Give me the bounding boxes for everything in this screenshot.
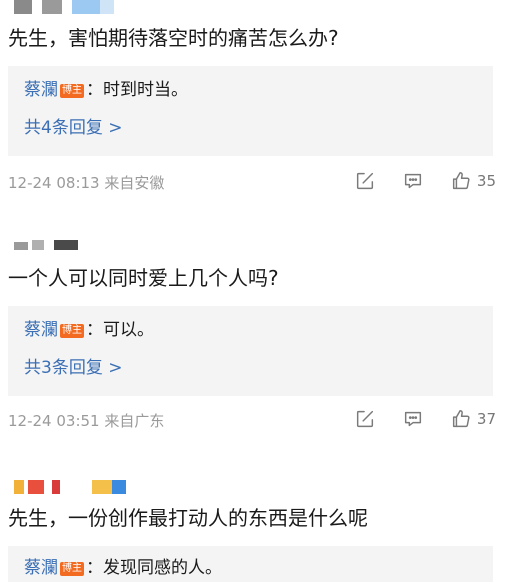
comment-actions: 37 bbox=[328, 408, 496, 430]
reply-box[interactable]: 蔡瀾 博主 ：时到时当。 共4条回复 > bbox=[8, 66, 493, 156]
like-count: 35 bbox=[476, 172, 496, 190]
reply-line: 蔡瀾 博主 ：时到时当。 bbox=[24, 78, 188, 102]
thumbs-up-icon bbox=[452, 172, 470, 190]
comment-button[interactable] bbox=[402, 408, 424, 430]
comment-icon bbox=[404, 173, 421, 189]
blogger-badge: 博主 bbox=[60, 84, 84, 98]
reply-line: 蔡瀾 博主 ：可以。 bbox=[24, 318, 154, 342]
comment-item: 先生，一份创作最打动人的东西是什么呢 蔡瀾 博主 ：发现同感的人。 bbox=[0, 476, 512, 582]
more-replies-link[interactable]: 共4条回复 > bbox=[24, 116, 122, 140]
like-button[interactable]: 37 bbox=[450, 408, 496, 430]
comment-text: 先生，一份创作最打动人的东西是什么呢 bbox=[8, 506, 368, 530]
more-replies-link[interactable]: 共3条回复 > bbox=[24, 356, 122, 380]
thumbs-up-icon bbox=[452, 410, 470, 428]
reply-text: ：发现同感的人。 bbox=[86, 558, 222, 578]
comment-button[interactable] bbox=[402, 170, 424, 192]
reply-text: ：可以。 bbox=[86, 320, 154, 340]
reply-line: 蔡瀾 博主 ：发现同感的人。 bbox=[24, 556, 222, 580]
share-icon bbox=[356, 410, 373, 428]
share-button[interactable] bbox=[354, 170, 376, 192]
blogger-badge: 博主 bbox=[60, 324, 84, 338]
reply-author[interactable]: 蔡瀾 bbox=[24, 80, 58, 100]
reply-text: ：时到时当。 bbox=[86, 80, 188, 100]
like-button[interactable]: 35 bbox=[450, 170, 496, 192]
blogger-badge: 博主 bbox=[60, 562, 84, 576]
like-count: 37 bbox=[476, 410, 496, 428]
comment-meta: 12-24 03:51 来自广东 bbox=[8, 412, 165, 430]
share-icon bbox=[356, 172, 373, 190]
comment-item: 一个人可以同时爱上几个人吗? 蔡瀾 博主 ：可以。 共3条回复 > 12-24 03… bbox=[0, 236, 512, 441]
reply-author[interactable]: 蔡瀾 bbox=[24, 320, 58, 340]
comment-icon bbox=[404, 411, 421, 427]
comment-meta: 12-24 08:13 来自安徽 bbox=[8, 174, 165, 192]
comment-text: 先生，害怕期待落空时的痛苦怎么办? bbox=[8, 26, 339, 50]
comment-item: 先生，害怕期待落空时的痛苦怎么办? 蔡瀾 博主 ：时到时当。 共4条回复 > 12-… bbox=[0, 0, 512, 205]
comment-actions: 35 bbox=[328, 170, 496, 192]
comment-text: 一个人可以同时爱上几个人吗? bbox=[8, 266, 279, 290]
reply-author[interactable]: 蔡瀾 bbox=[24, 558, 58, 578]
reply-box[interactable]: 蔡瀾 博主 ：发现同感的人。 bbox=[8, 546, 493, 582]
share-button[interactable] bbox=[354, 408, 376, 430]
reply-box[interactable]: 蔡瀾 博主 ：可以。 共3条回复 > bbox=[8, 306, 493, 396]
